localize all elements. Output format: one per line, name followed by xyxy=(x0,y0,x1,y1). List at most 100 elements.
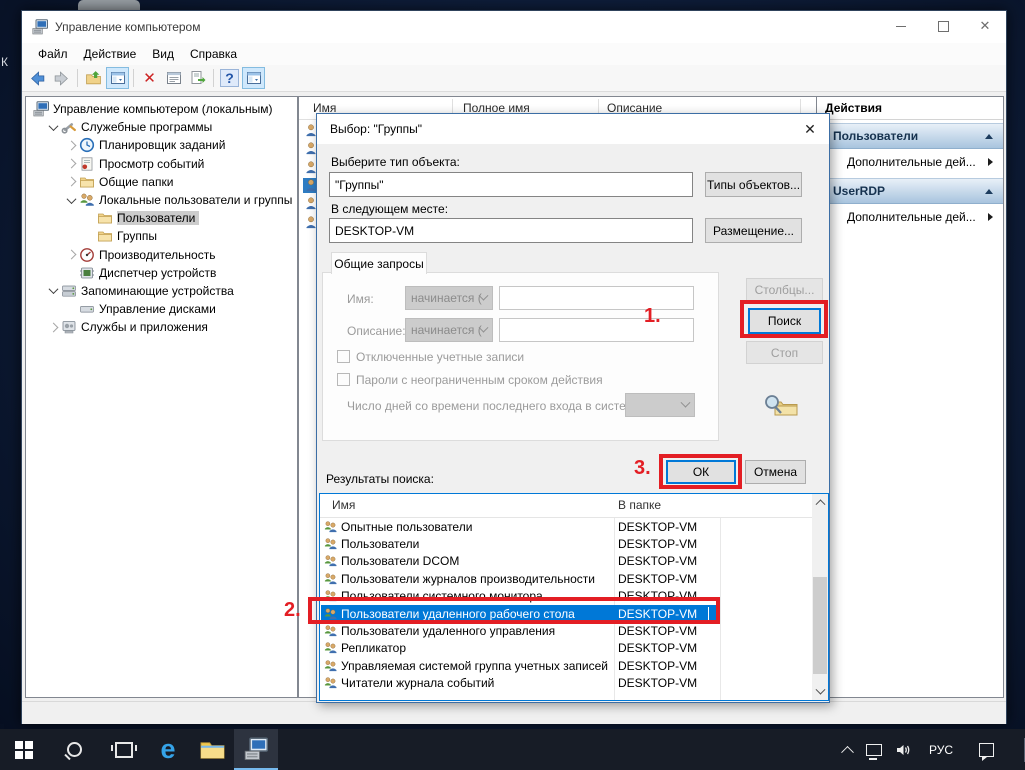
tree-item-groups[interactable]: Группы xyxy=(26,227,297,245)
console-tree-pane: Управление компьютером (локальным) Служе… xyxy=(25,96,298,698)
delete-button[interactable]: ✕ xyxy=(138,67,161,89)
scroll-up-icon[interactable] xyxy=(812,494,828,509)
tree-item-system-tools[interactable]: Служебные программы xyxy=(26,118,297,136)
start-button[interactable] xyxy=(2,729,46,770)
submenu-arrow-icon xyxy=(988,213,993,221)
show-hidden-icons-button[interactable] xyxy=(836,729,859,770)
tree-item-device-manager[interactable]: Диспетчер устройств xyxy=(26,264,297,282)
search-taskbar-button[interactable] xyxy=(52,729,96,770)
task-view-button[interactable] xyxy=(102,729,146,770)
chevron-collapsed-icon[interactable] xyxy=(64,251,78,258)
show-console-tree-button[interactable] xyxy=(106,67,129,89)
chevron-collapsed-icon[interactable] xyxy=(46,324,60,331)
result-row[interactable]: Управляемая системой группа учетных запи… xyxy=(320,657,812,674)
title-bar[interactable]: Управление компьютером ✕ xyxy=(22,11,1006,43)
network-tray-button[interactable] xyxy=(859,729,889,770)
object-types-button[interactable]: Типы объектов... xyxy=(705,172,802,197)
actions-pane: Действия Пользователи Дополнительные дей… xyxy=(816,96,1004,698)
results-column-folder[interactable]: В папке xyxy=(618,498,661,512)
chevron-collapsed-icon[interactable] xyxy=(64,160,78,167)
group-icon xyxy=(323,520,338,534)
action-center-button[interactable] xyxy=(963,729,1010,770)
stop-button[interactable]: Стоп xyxy=(746,341,823,364)
desktop-background-letter: К xyxy=(1,55,8,69)
tree-item-event-viewer[interactable]: Просмотр событий xyxy=(26,155,297,173)
tab-common-queries[interactable]: Общие запросы xyxy=(331,252,427,274)
result-row[interactable]: Пользователи удаленного управленияDESKTO… xyxy=(320,622,812,639)
minimize-button[interactable] xyxy=(880,11,922,41)
actions-group-users[interactable]: Пользователи xyxy=(817,123,1003,149)
collapse-icon[interactable] xyxy=(985,134,993,139)
group-icon xyxy=(323,659,338,673)
results-scrollbar[interactable] xyxy=(812,494,828,700)
location-button[interactable]: Размещение... xyxy=(705,218,802,243)
result-row[interactable]: РепликаторDESKTOP-VM xyxy=(320,640,812,657)
tree-item-storage[interactable]: Запоминающие устройства xyxy=(26,282,297,300)
location-field[interactable]: DESKTOP-VM xyxy=(329,218,693,243)
result-row[interactable]: Опытные пользователиDESKTOP-VM xyxy=(320,518,812,535)
computer-management-taskbar-button[interactable] xyxy=(234,729,278,770)
folder-icon xyxy=(97,210,113,226)
tree-item-shared-folders[interactable]: Общие папки xyxy=(26,173,297,191)
result-row[interactable]: Читатели журнала событийDESKTOP-VM xyxy=(320,675,812,692)
export-list-button[interactable] xyxy=(186,67,209,89)
chevron-expanded-icon[interactable] xyxy=(46,287,60,294)
show-action-pane-button[interactable] xyxy=(242,67,265,89)
file-explorer-taskbar-button[interactable] xyxy=(190,729,234,770)
results-column-name[interactable]: Имя xyxy=(332,498,355,512)
properties-button[interactable] xyxy=(162,67,185,89)
back-button[interactable] xyxy=(26,67,49,89)
annotation-step-3: 3. xyxy=(634,457,651,480)
collapse-icon[interactable] xyxy=(985,189,993,194)
tree-item-local-users-groups[interactable]: Локальные пользователи и группы xyxy=(26,191,297,209)
columns-button[interactable]: Столбцы... xyxy=(746,278,823,302)
tree-item-users[interactable]: Пользователи xyxy=(26,209,297,227)
menu-view[interactable]: Вид xyxy=(144,45,182,63)
edge-icon: e xyxy=(160,736,175,763)
menu-help[interactable]: Справка xyxy=(182,45,245,63)
description-condition-select[interactable]: начинается ( xyxy=(405,318,493,342)
forward-button[interactable] xyxy=(50,67,73,89)
name-condition-select[interactable]: начинается ( xyxy=(405,286,493,310)
dialog-close-icon[interactable]: ✕ xyxy=(799,118,821,140)
tree-item-disk-management[interactable]: Управление дисками xyxy=(26,300,297,318)
menu-action[interactable]: Действие xyxy=(76,45,145,63)
scrollbar-thumb[interactable] xyxy=(813,577,827,674)
description-input[interactable] xyxy=(499,318,694,342)
chevron-expanded-icon[interactable] xyxy=(46,124,60,131)
result-row[interactable]: Пользователи DCOMDESKTOP-VM xyxy=(320,553,812,570)
name-input[interactable] xyxy=(499,286,694,310)
desktop: К Управление компьютером ✕ Файл Действие… xyxy=(0,0,1025,770)
days-since-logon-select[interactable] xyxy=(625,393,695,417)
result-row[interactable]: Пользователи журналов производительности… xyxy=(320,570,812,587)
dialog-title-bar[interactable]: Выбор: "Группы" ✕ xyxy=(317,114,829,144)
tree-item-services-applications[interactable]: Службы и приложения xyxy=(26,318,297,336)
help-button[interactable]: ? xyxy=(218,67,241,89)
volume-tray-button[interactable] xyxy=(889,729,919,770)
language-indicator[interactable]: РУС xyxy=(919,729,963,770)
actions-item-more-actions-userrdp[interactable]: Дополнительные дей... xyxy=(817,207,1003,227)
properties-icon xyxy=(166,70,182,86)
tree-item-computer-management[interactable]: Управление компьютером (локальным) xyxy=(26,100,297,118)
maximize-button[interactable] xyxy=(922,11,964,41)
chevron-collapsed-icon[interactable] xyxy=(64,142,78,149)
close-button[interactable]: ✕ xyxy=(964,11,1006,41)
non-expiring-passwords-checkbox[interactable] xyxy=(337,373,350,386)
object-type-field[interactable]: "Группы" xyxy=(329,172,693,197)
tree-item-performance[interactable]: Производительность xyxy=(26,246,297,264)
chevron-expanded-icon[interactable] xyxy=(64,197,78,204)
result-row[interactable]: ПользователиDESKTOP-VM xyxy=(320,535,812,552)
scroll-down-icon[interactable] xyxy=(812,685,828,700)
performance-icon xyxy=(79,247,95,263)
tree-item-task-scheduler[interactable]: Планировщик заданий xyxy=(26,136,297,154)
up-one-level-button[interactable] xyxy=(82,67,105,89)
search-icon xyxy=(67,742,82,757)
chevron-collapsed-icon[interactable] xyxy=(64,178,78,185)
actions-group-userrdp[interactable]: UserRDP xyxy=(817,178,1003,204)
cancel-button[interactable]: Отмена xyxy=(745,460,806,484)
edge-taskbar-button[interactable]: e xyxy=(146,729,190,770)
disabled-accounts-checkbox[interactable] xyxy=(337,350,350,363)
actions-item-more-actions-users[interactable]: Дополнительные дей... xyxy=(817,152,1003,172)
menu-file[interactable]: Файл xyxy=(30,45,76,63)
action-center-icon xyxy=(979,743,994,757)
